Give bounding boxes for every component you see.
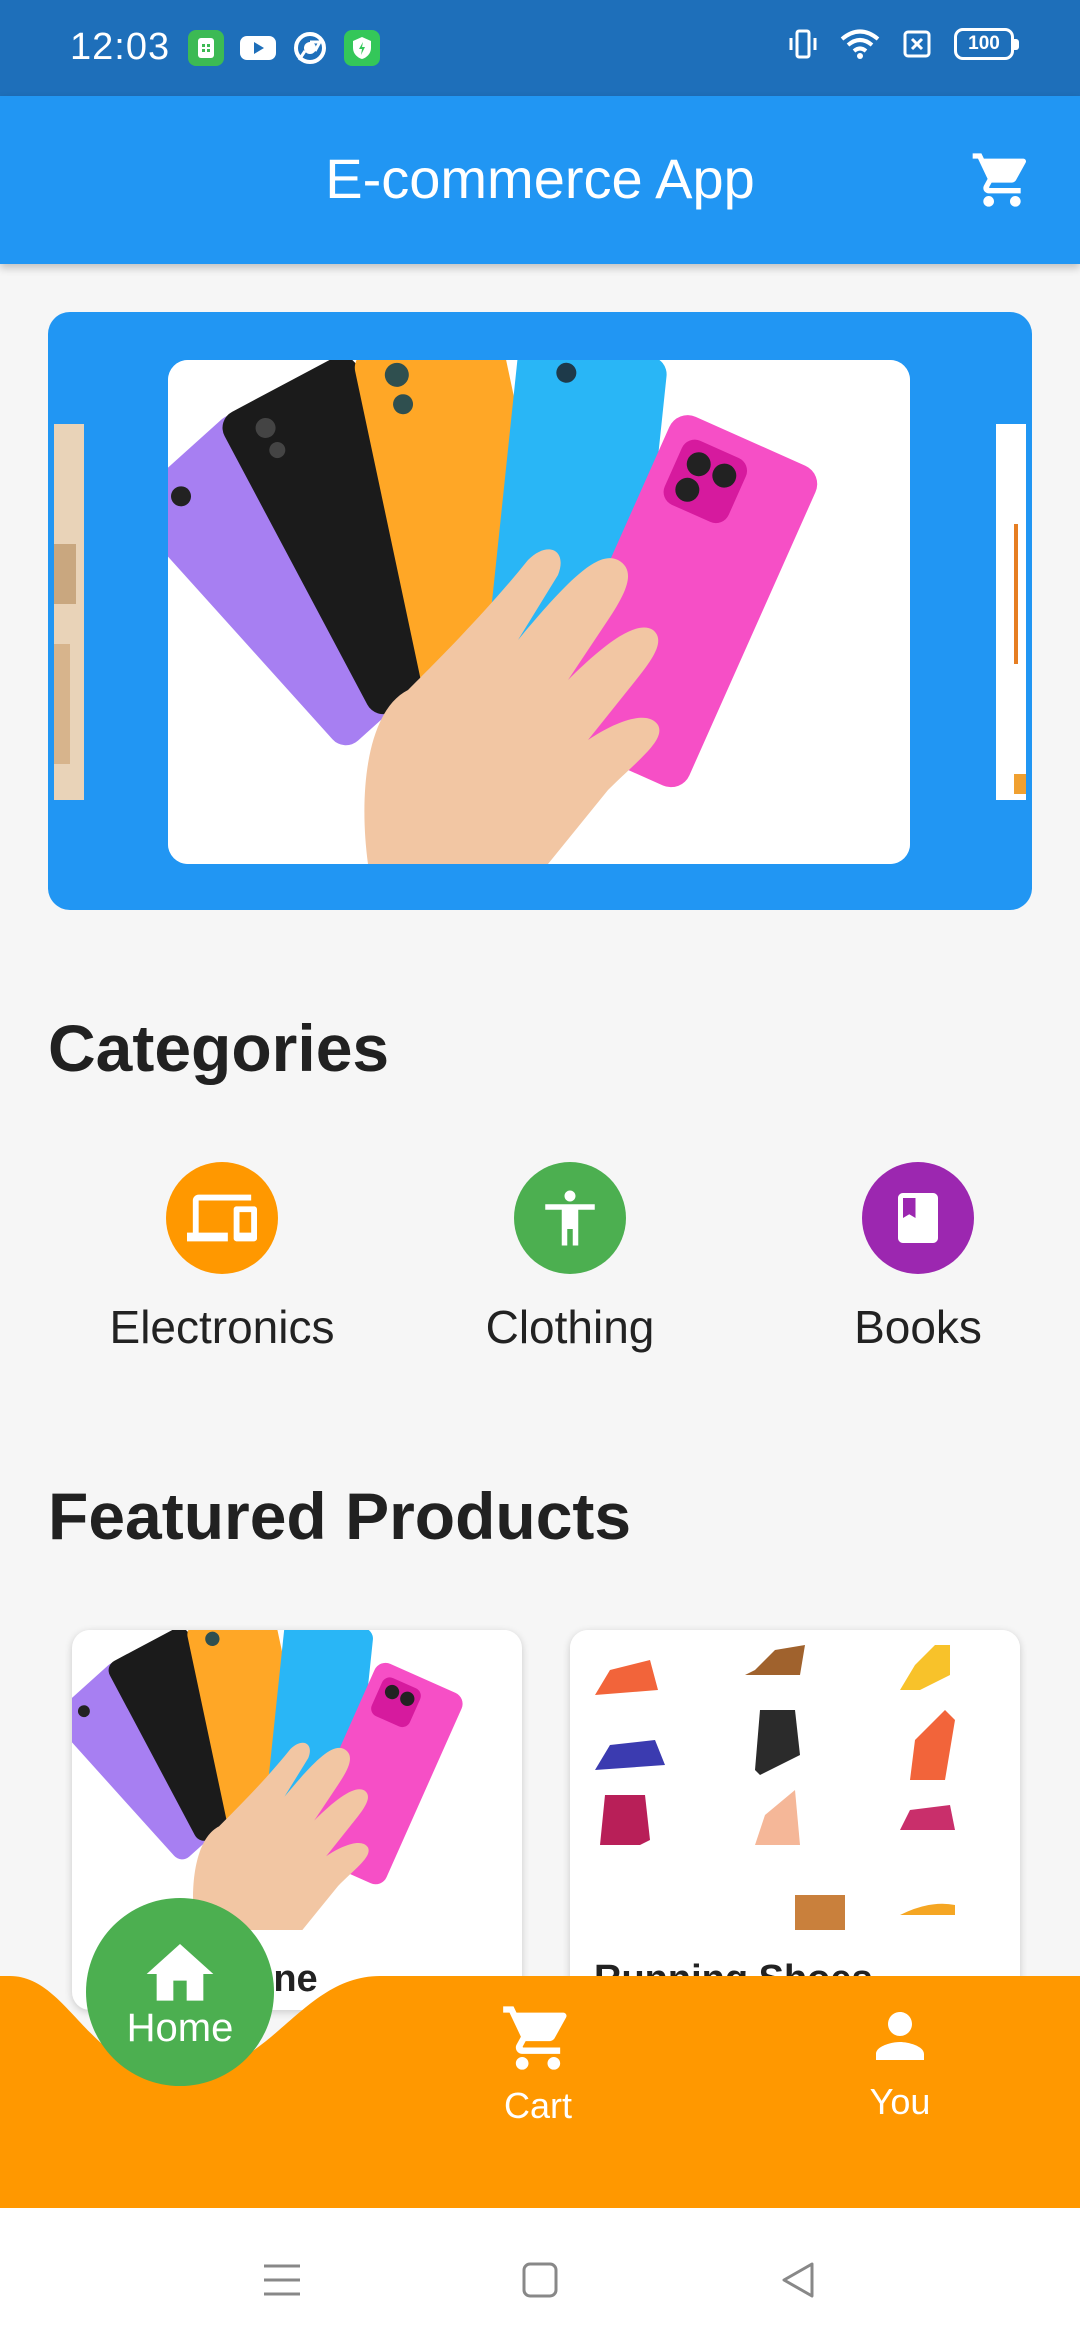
accessibility-icon	[545, 1190, 595, 1246]
notification-icons	[188, 30, 380, 66]
category-books[interactable]: Books	[768, 1162, 1068, 1354]
category-electronics[interactable]: Electronics	[72, 1162, 372, 1354]
system-menu-button[interactable]	[252, 2250, 312, 2310]
system-home-button[interactable]	[510, 2250, 570, 2310]
security-icon	[344, 30, 380, 66]
sim-icon	[903, 30, 931, 58]
app-title: E-commerce App	[325, 147, 755, 210]
system-icons: 100	[788, 28, 1019, 60]
category-books-badge	[862, 1162, 974, 1274]
nav-home-label: Home	[126, 2005, 234, 2050]
status-time: 12:03	[70, 26, 171, 68]
wifi-icon	[840, 29, 880, 59]
banner-carousel[interactable]	[48, 312, 1032, 910]
cart-icon	[503, 2006, 567, 2070]
chrome-icon	[292, 30, 328, 66]
category-clothing[interactable]: Clothing	[420, 1162, 720, 1354]
carousel-next-slide[interactable]	[996, 424, 1026, 800]
carousel-prev-slide[interactable]	[54, 424, 84, 800]
system-navigation-bar	[0, 2208, 1080, 2340]
status-bar: 12:03 100	[0, 0, 1080, 96]
home-square-icon	[522, 2262, 558, 2298]
phones-banner-image	[168, 360, 910, 864]
category-books-label: Books	[854, 1301, 982, 1353]
menu-icon	[264, 2264, 300, 2296]
phones-image	[72, 1630, 518, 1930]
book-icon	[898, 1193, 938, 1243]
category-clothing-label: Clothing	[485, 1301, 655, 1353]
system-back-button[interactable]	[768, 2250, 828, 2310]
category-clothing-badge	[514, 1162, 626, 1274]
shopping-cart-icon	[972, 153, 1027, 207]
nav-home-button[interactable]: Home	[86, 1898, 274, 2086]
carousel-slide-phones[interactable]	[168, 360, 910, 864]
devices-icon	[187, 1194, 257, 1242]
shoes-image	[570, 1630, 1020, 1930]
featured-products-title: Featured Products	[48, 1479, 632, 1553]
categories-title: Categories	[48, 1011, 390, 1085]
app-bar: E-commerce App	[0, 96, 1080, 264]
nav-cart-button[interactable]: Cart	[448, 2000, 628, 2127]
back-icon	[782, 2262, 814, 2298]
app-notification-icon	[188, 30, 224, 66]
nav-you-label: You	[869, 2081, 931, 2122]
nav-you-button[interactable]: You	[810, 2000, 990, 2123]
battery-icon: 100	[954, 28, 1019, 60]
person-icon	[876, 2012, 924, 2060]
category-electronics-badge	[166, 1162, 278, 1274]
vibrate-icon	[789, 29, 817, 59]
youtube-icon	[240, 30, 276, 66]
home-icon	[146, 1943, 214, 2001]
nav-cart-label: Cart	[503, 2085, 572, 2126]
product-image-smartphone	[72, 1630, 522, 1930]
product-image-running-shoes	[570, 1630, 1020, 1930]
app-bar-cart-button[interactable]	[966, 144, 1038, 216]
category-electronics-label: Electronics	[109, 1301, 335, 1353]
